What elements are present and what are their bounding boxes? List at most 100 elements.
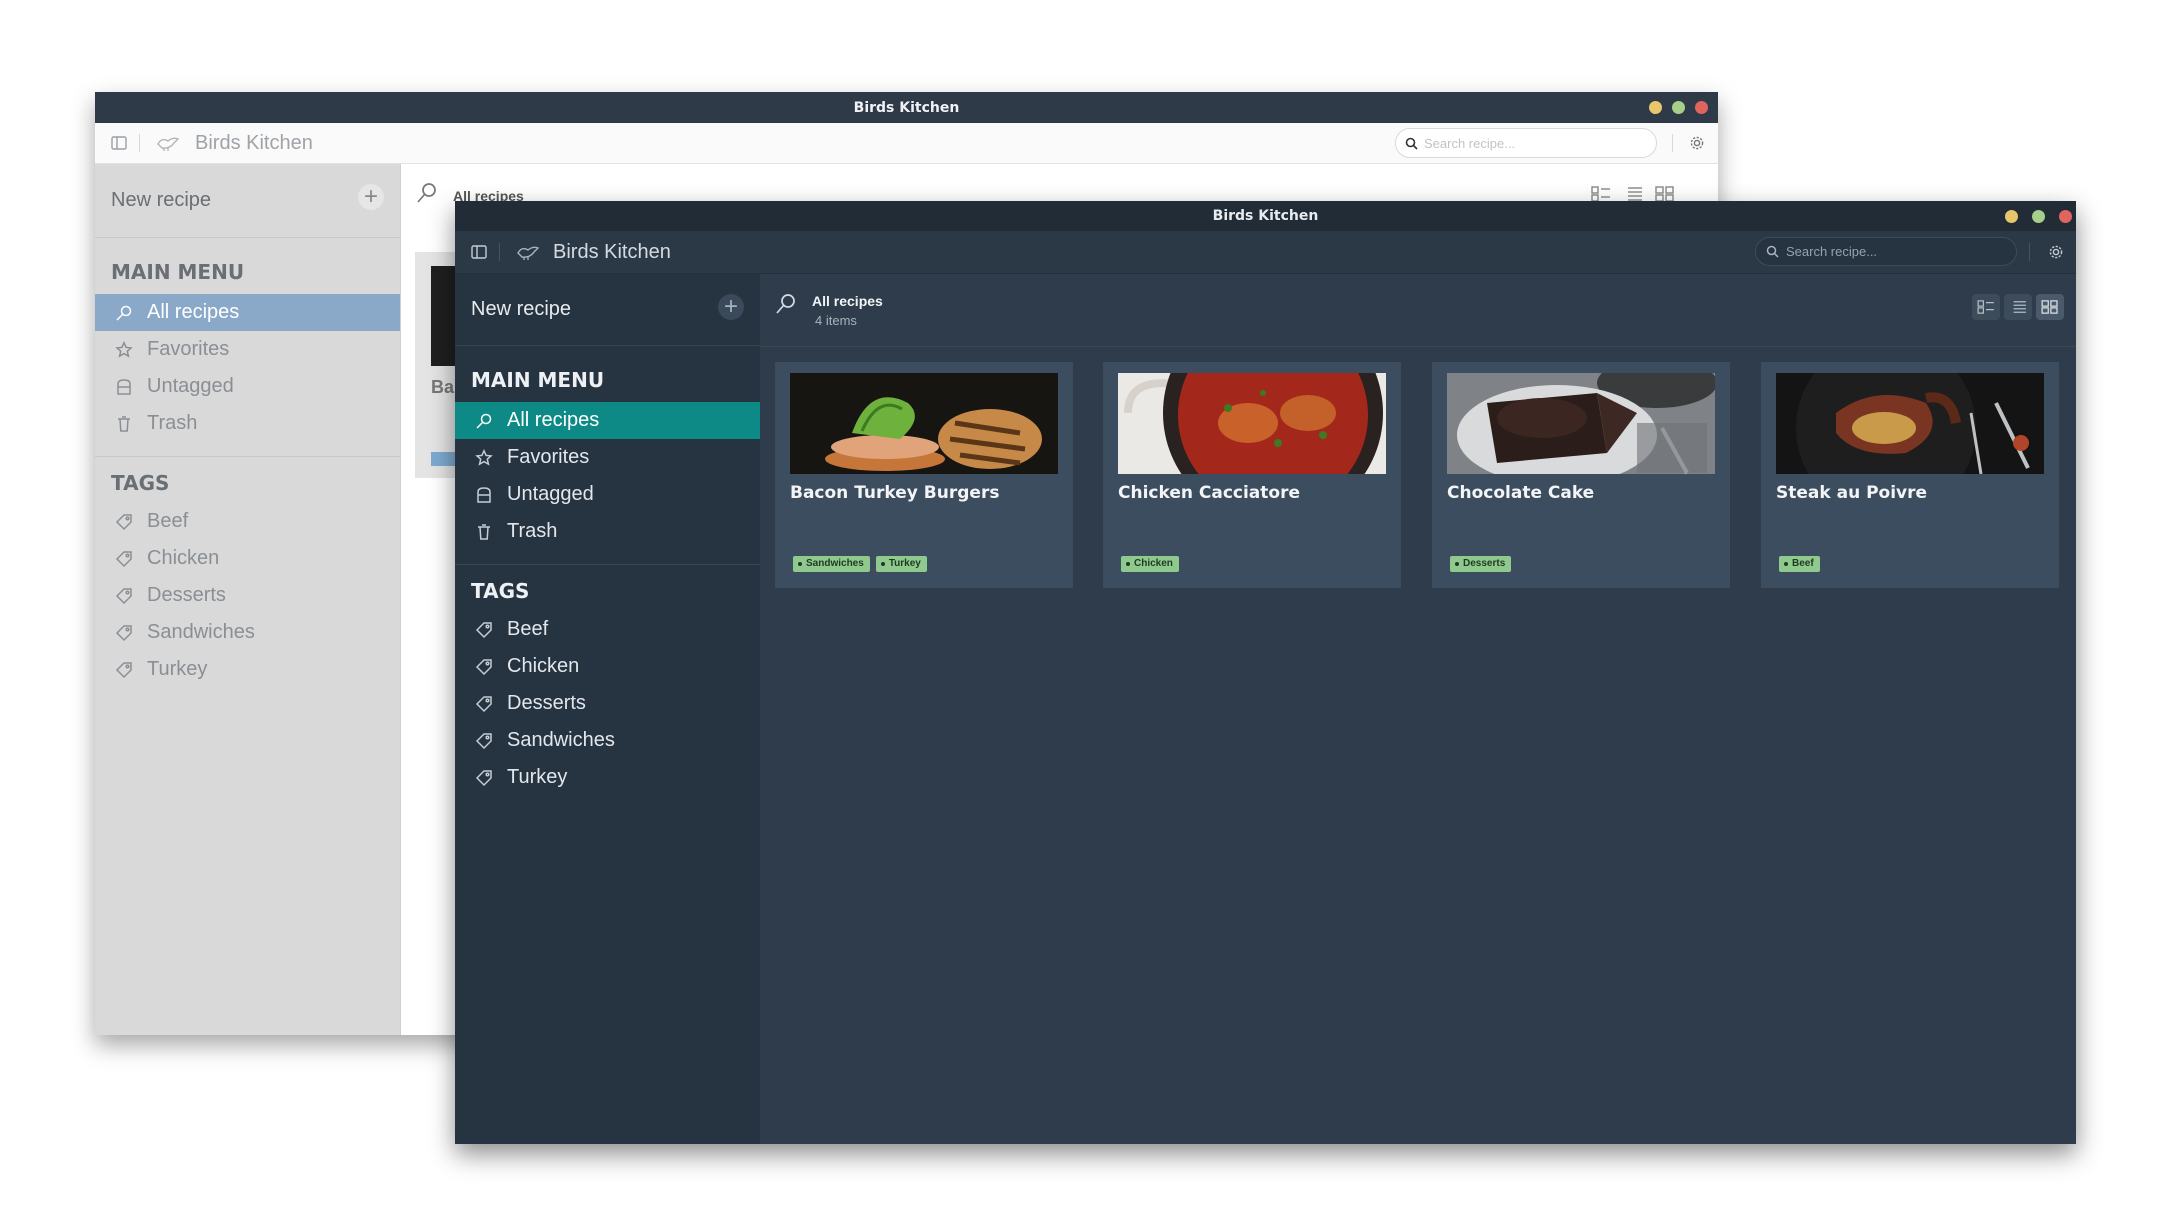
sidebar-tag-beef[interactable]: Beef: [95, 503, 400, 540]
front-window: Birds Kitchen Birds Kitchen Search recip…: [455, 201, 2076, 1144]
sidebar-item-label: Trash: [147, 412, 198, 434]
window-title: Birds Kitchen: [1212, 208, 1319, 224]
sidebar-toggle-icon[interactable]: [109, 133, 129, 153]
header-item-count: 4 items: [815, 313, 857, 328]
recipe-title: Bacon Turkey Burgers: [790, 483, 1000, 503]
recipe-tags: Beef: [1779, 556, 1820, 572]
maximize-button[interactable]: [2032, 209, 2045, 223]
search-icon: [1405, 137, 1418, 155]
search-icon: [113, 304, 135, 322]
main-menu-title: MAIN MENU: [471, 368, 605, 392]
app-name: Birds Kitchen: [553, 240, 671, 263]
trash-icon: [113, 415, 135, 433]
trash-icon: [473, 523, 495, 541]
sidebar-tag-chicken[interactable]: Chicken: [95, 540, 400, 577]
sidebar-tag-desserts[interactable]: Desserts: [95, 577, 400, 614]
header-title: All recipes: [812, 293, 883, 309]
tag-icon: [473, 621, 495, 639]
recipe-image: [790, 373, 1058, 474]
star-icon: [473, 448, 495, 467]
sidebar-tag-sandwiches[interactable]: Sandwiches: [95, 614, 400, 651]
sidebar-tag-label: Sandwiches: [507, 729, 615, 751]
sidebar-item-label: Trash: [507, 520, 558, 542]
add-recipe-button[interactable]: +: [718, 293, 744, 320]
search-icon: [473, 412, 495, 430]
tag-icon: [473, 732, 495, 750]
sidebar-toggle-icon[interactable]: [469, 242, 489, 262]
sidebar-item-untagged[interactable]: Untagged: [95, 368, 400, 405]
sidebar-tag-desserts[interactable]: Desserts: [455, 685, 760, 722]
settings-gear-icon[interactable]: [2046, 242, 2066, 262]
sidebar-item-all-recipes[interactable]: All recipes: [95, 294, 400, 331]
new-recipe-label: New recipe: [471, 298, 572, 320]
sidebar-tag-label: Turkey: [147, 658, 208, 680]
tag-icon: [113, 550, 135, 568]
sidebar-tag-beef[interactable]: Beef: [455, 611, 760, 648]
back-toolbar: Birds Kitchen Search recipe...: [95, 123, 1718, 164]
maximize-button[interactable]: [1672, 101, 1685, 114]
sidebar-tag-label: Chicken: [147, 547, 220, 569]
sidebar-tag-sandwiches[interactable]: Sandwiches: [455, 722, 760, 759]
sidebar-item-label: Favorites: [147, 338, 230, 360]
tag-badge[interactable]: Chicken: [1121, 556, 1179, 572]
recipe-title: Steak au Poivre: [1776, 483, 1928, 503]
sidebar-tag-label: Beef: [147, 510, 189, 532]
tag-badge[interactable]: Turkey: [875, 556, 927, 572]
search-placeholder: Search recipe...: [1424, 135, 1516, 151]
sidebar-tag-label: Sandwiches: [147, 621, 255, 643]
tag-icon: [113, 661, 135, 679]
back-title-bar[interactable]: Birds Kitchen: [95, 92, 1718, 123]
settings-gear-icon[interactable]: [1687, 133, 1707, 153]
tag-badge[interactable]: Desserts: [1450, 556, 1512, 572]
title-bar[interactable]: Birds Kitchen: [455, 201, 2076, 231]
back-app-name: Birds Kitchen: [195, 131, 313, 154]
tag-badge[interactable]: Beef: [1779, 556, 1820, 572]
tag-icon: [113, 587, 135, 605]
minimize-button[interactable]: [1649, 101, 1662, 114]
sidebar-item-label: All recipes: [147, 301, 240, 323]
sidebar-tag-chicken[interactable]: Chicken: [455, 648, 760, 685]
recipe-tags: Sandwiches Turkey: [793, 556, 927, 572]
recipe-card[interactable]: Steak au Poivre Beef: [1761, 362, 2059, 588]
sidebar-item-trash[interactable]: Trash: [95, 405, 400, 442]
close-button[interactable]: [1695, 101, 1708, 114]
new-recipe-label: New recipe: [111, 189, 212, 211]
sidebar-item-trash[interactable]: Trash: [455, 513, 760, 550]
grid-view-icon[interactable]: [2036, 294, 2064, 320]
recipe-image: [1776, 373, 2044, 474]
recipe-card[interactable]: Bacon Turkey Burgers Sandwiches Turkey: [775, 362, 1073, 588]
sidebar-tag-turkey[interactable]: Turkey: [455, 759, 760, 796]
recipe-image: [1447, 373, 1715, 474]
bird-logo-icon: [155, 133, 181, 153]
back-search-field[interactable]: Search recipe...: [1395, 128, 1657, 158]
tags-title: TAGS: [111, 471, 170, 495]
recipe-image: [1118, 373, 1386, 474]
main-content: All recipes 4 items Bacon Turkey Burgers…: [760, 274, 2076, 1144]
tag-badge[interactable]: Sandwiches: [793, 556, 870, 572]
sidebar-item-all-recipes[interactable]: All recipes: [455, 402, 760, 439]
new-recipe-row[interactable]: New recipe +: [455, 274, 760, 346]
recipe-card[interactable]: Chocolate Cake Desserts: [1432, 362, 1730, 588]
toolbar: Birds Kitchen Search recipe...: [455, 231, 2076, 274]
list-view-icon[interactable]: [2004, 294, 2032, 320]
sidebar-tag-turkey[interactable]: Turkey: [95, 651, 400, 688]
minimize-button[interactable]: [2005, 209, 2018, 223]
add-recipe-button[interactable]: +: [358, 183, 384, 210]
sidebar-item-label: Untagged: [147, 375, 234, 397]
main-menu-title: MAIN MENU: [111, 260, 245, 284]
sidebar-item-untagged[interactable]: Untagged: [455, 476, 760, 513]
content-header: All recipes 4 items: [760, 274, 2076, 347]
sidebar-item-favorites[interactable]: Favorites: [455, 439, 760, 476]
recipe-card[interactable]: Chicken Cacciatore Chicken: [1103, 362, 1401, 588]
sidebar-tag-label: Desserts: [147, 584, 226, 606]
close-button[interactable]: [2059, 209, 2072, 223]
back-card-title: Ba: [431, 377, 455, 397]
card-list-view-icon[interactable]: [1972, 294, 2000, 320]
all-recipes-header-icon: [774, 292, 798, 321]
recipe-title: Chicken Cacciatore: [1118, 483, 1301, 503]
new-recipe-row[interactable]: New recipe +: [95, 164, 400, 238]
sidebar-tag-label: Turkey: [507, 766, 568, 788]
sidebar-item-favorites[interactable]: Favorites: [95, 331, 400, 368]
search-field[interactable]: Search recipe...: [1755, 237, 2017, 266]
sidebar-tag-label: Chicken: [507, 655, 580, 677]
